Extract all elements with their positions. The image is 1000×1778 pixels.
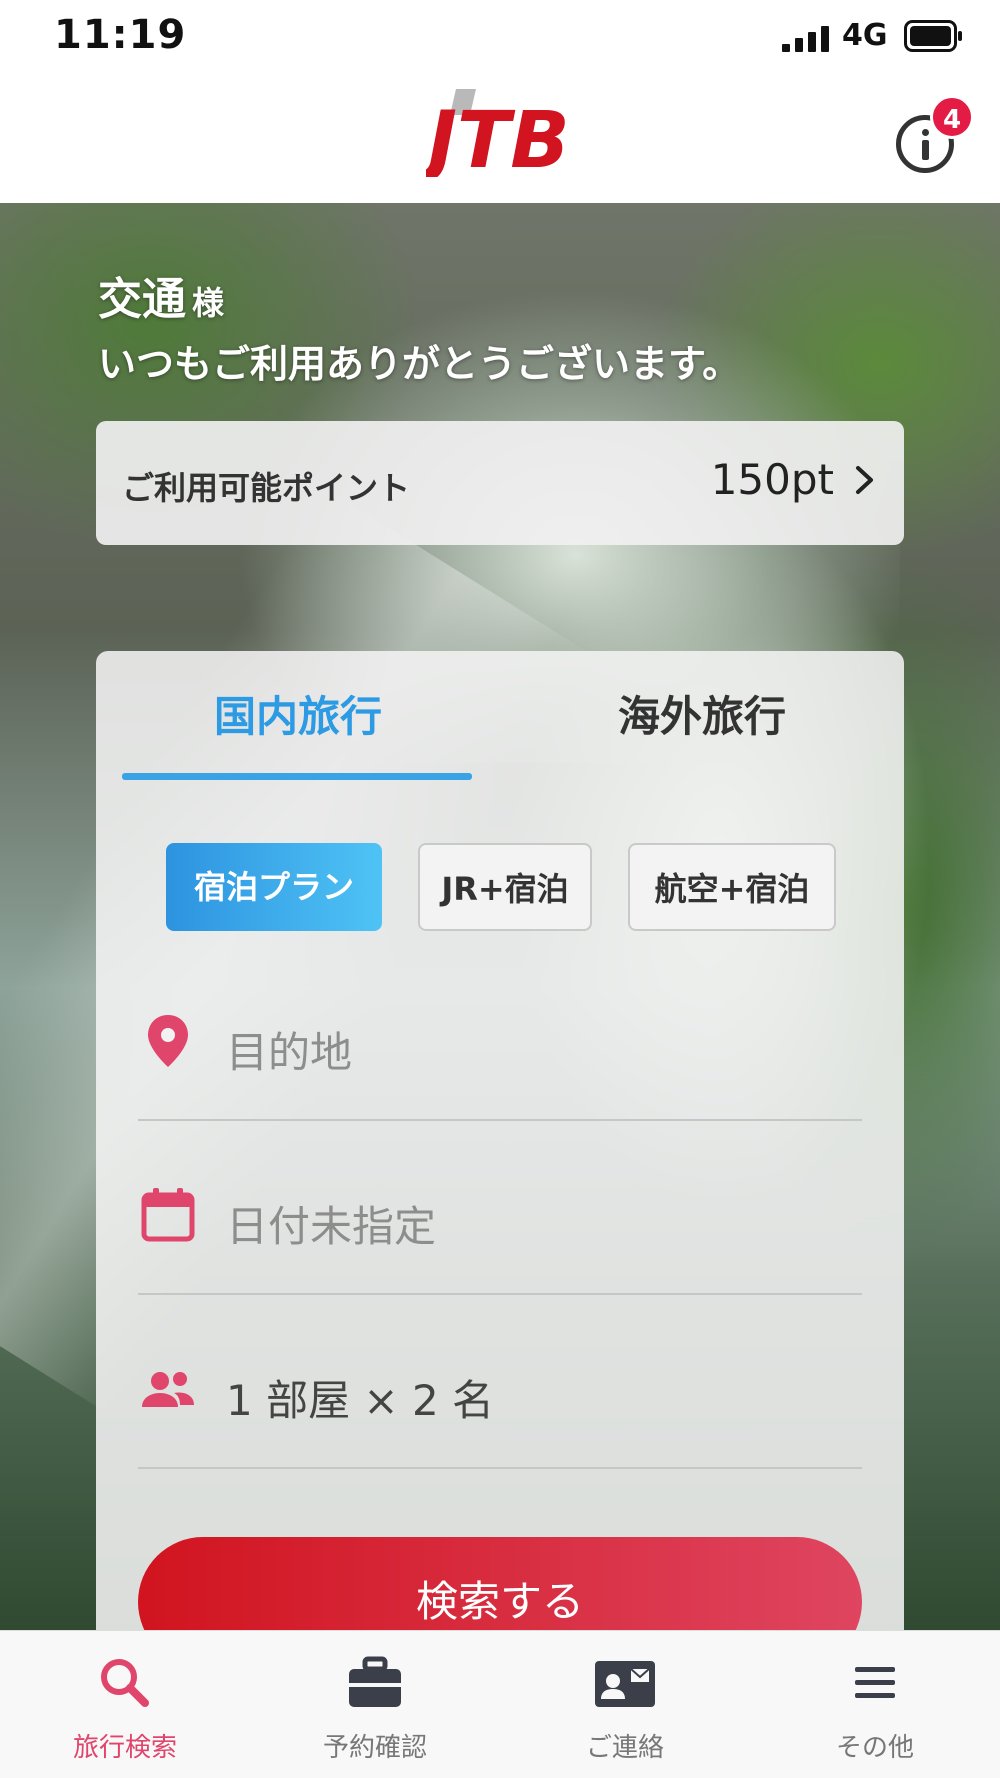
contact-card-icon	[595, 1661, 655, 1707]
date-field[interactable]: 日付未指定	[138, 1145, 862, 1295]
svg-text:JTB: JTB	[426, 96, 570, 177]
info-icon-dot	[922, 129, 929, 136]
points-card[interactable]: ご利用可能ポイント 150pt	[96, 421, 904, 545]
nav-item-reservations[interactable]: 予約確認	[250, 1631, 500, 1778]
honorific: 様	[192, 284, 225, 322]
chevron-right-icon	[856, 466, 873, 494]
points-label: ご利用可能ポイント	[122, 469, 411, 507]
network-type: 4G	[842, 18, 888, 53]
active-tab-indicator	[122, 773, 472, 780]
search-button[interactable]: 検索する	[138, 1537, 862, 1630]
status-bar: 11:19 4G	[0, 0, 1000, 75]
nav-label-other: その他	[835, 1733, 914, 1763]
menu-icon	[855, 1667, 895, 1698]
destination-field[interactable]: 目的地	[138, 971, 862, 1121]
people-icon	[142, 1372, 194, 1407]
guests-field[interactable]: 1 部屋 × 2 名	[138, 1319, 862, 1469]
status-time: 11:19	[54, 12, 187, 58]
user-name: 交通	[98, 274, 186, 325]
greeting-name: 交通様	[98, 263, 224, 327]
location-pin-icon	[148, 1015, 188, 1067]
info-icon-bar	[922, 140, 929, 160]
tab-overseas-travel[interactable]: 海外旅行	[618, 683, 786, 744]
nav-item-contact[interactable]: ご連絡	[500, 1631, 750, 1778]
app-header: JTB 4	[0, 75, 1000, 203]
nav-label-travel-search: 旅行検索	[72, 1733, 177, 1763]
nav-label-contact: ご連絡	[585, 1733, 664, 1763]
battery-icon	[904, 20, 962, 52]
plan-type-air-lodging-button[interactable]: 航空+宿泊	[628, 843, 836, 931]
greeting-message: いつもご利用ありがとうございます。	[98, 342, 741, 386]
points-value: 150pt	[710, 455, 834, 504]
plan-type-jr-lodging-button[interactable]: JR+宿泊	[418, 843, 592, 931]
nav-item-travel-search[interactable]: 旅行検索	[0, 1631, 250, 1778]
nav-label-reservations: 予約確認	[322, 1733, 427, 1763]
signal-strength-icon	[782, 26, 829, 52]
destination-placeholder: 目的地	[226, 1028, 353, 1077]
guests-value: 1 部屋 × 2 名	[226, 1376, 495, 1425]
date-placeholder: 日付未指定	[226, 1202, 437, 1251]
tab-domestic-travel[interactable]: 国内旅行	[214, 683, 382, 744]
plan-type-lodging-button[interactable]: 宿泊プラン	[166, 843, 382, 931]
hero-background: 交通様 いつもご利用ありがとうございます。 ご利用可能ポイント 150pt 国内…	[0, 203, 1000, 1630]
briefcase-icon	[349, 1656, 401, 1707]
notification-badge: 4	[930, 95, 974, 139]
search-icon	[101, 1659, 149, 1707]
jtb-logo: JTB	[426, 89, 570, 177]
bottom-nav: 旅行検索 予約確認 ご連絡 その他	[0, 1630, 1000, 1778]
calendar-icon	[141, 1188, 195, 1242]
nav-item-other[interactable]: その他	[750, 1631, 1000, 1778]
search-card: 国内旅行 海外旅行 宿泊プラン JR+宿泊 航空+宿泊 目的地 日付未指定 1 …	[96, 651, 904, 1630]
